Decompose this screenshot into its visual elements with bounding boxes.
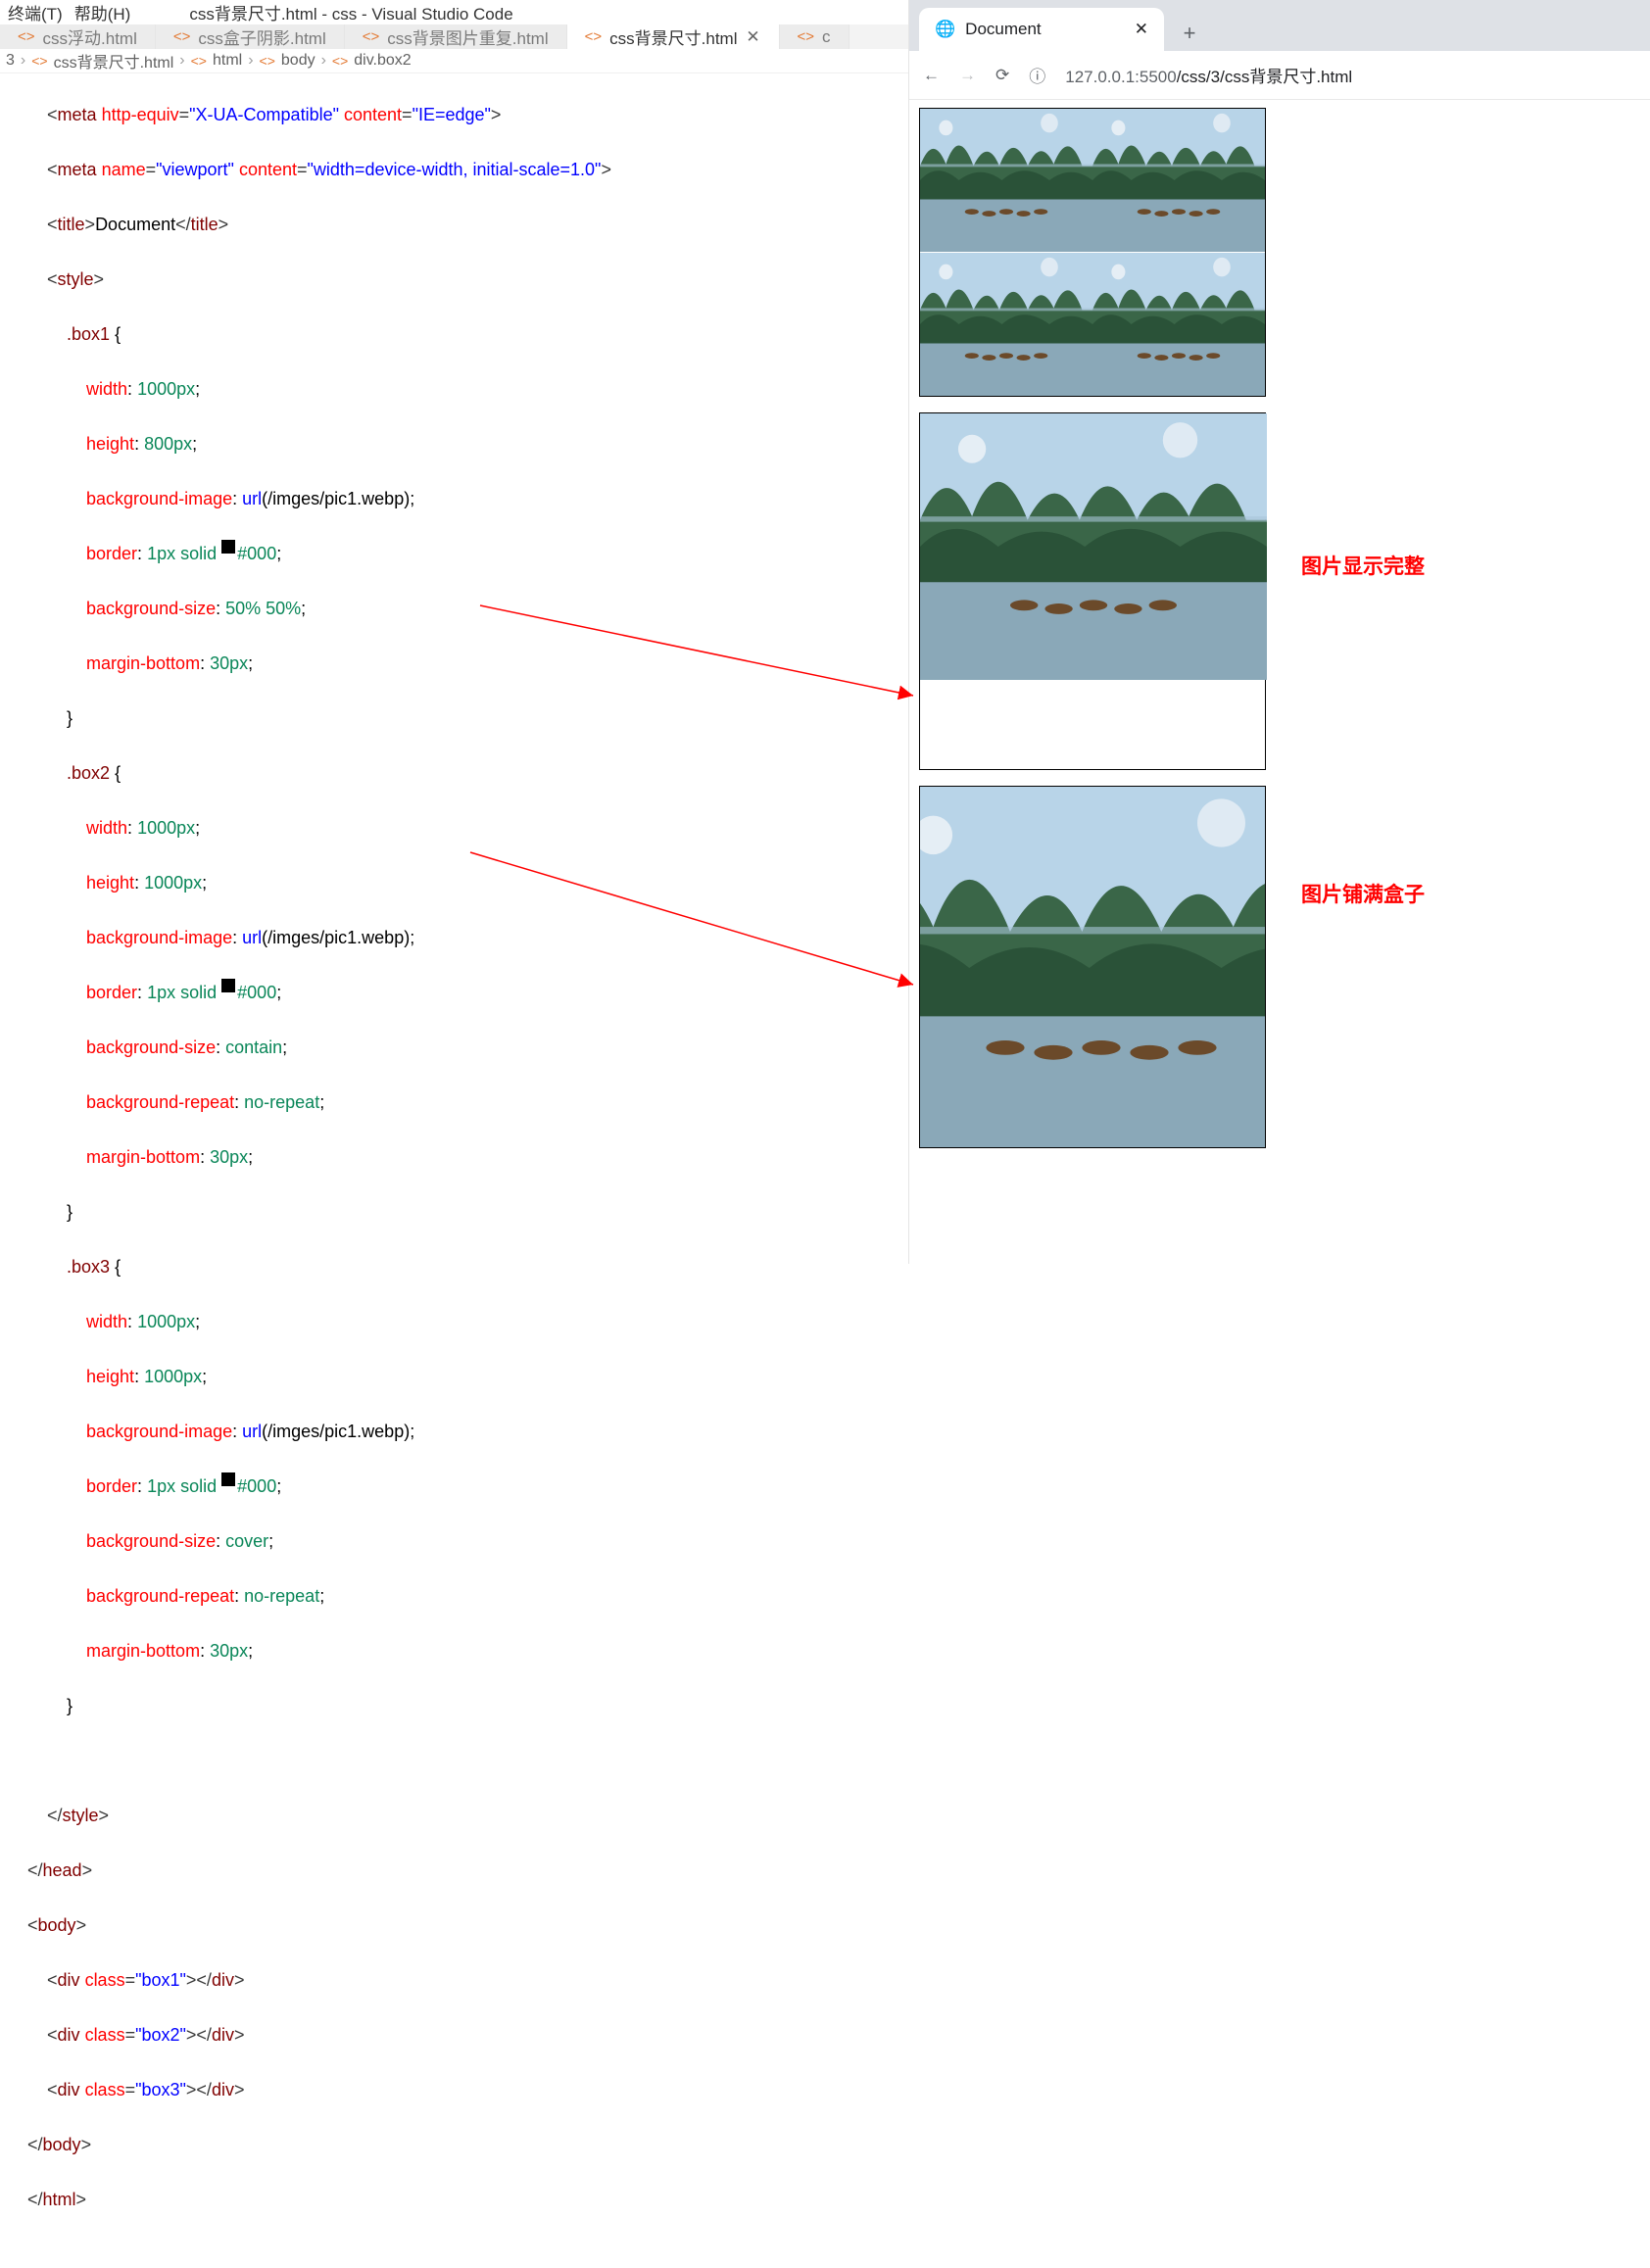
html-file-icon: <>	[18, 28, 35, 45]
demo-box1	[919, 108, 1266, 397]
browser-tabbar: 🌐 Document ✕ +	[909, 0, 1650, 51]
address-bar[interactable]: 127.0.0.1:5500/css/3/css背景尺寸.html	[1065, 63, 1352, 87]
browser-tab-title: Document	[965, 20, 1041, 39]
titlebar: 终端(T) 帮助(H) css背景尺寸.html - css - Visual …	[0, 0, 908, 24]
landscape-tile	[920, 253, 1092, 396]
tab-overflow[interactable]: <>c	[780, 24, 849, 49]
vscode-window: 终端(T) 帮助(H) css背景尺寸.html - css - Visual …	[0, 0, 909, 1264]
tab-css-float[interactable]: <>css浮动.html	[0, 24, 156, 49]
html-file-icon: <>	[173, 28, 191, 45]
code-editor[interactable]: <meta http-equiv="X-UA-Compatible" conte…	[0, 73, 908, 2268]
close-icon[interactable]: ✕	[746, 29, 761, 45]
landscape-tile	[920, 109, 1092, 252]
window-title: css背景尺寸.html - css - Visual Studio Code	[189, 0, 512, 24]
landscape-tile	[1092, 109, 1265, 252]
element-icon: <>	[191, 53, 207, 69]
browser-toolbar: ← → ⟳ ⓘ 127.0.0.1:5500/css/3/css背景尺寸.htm…	[909, 51, 1650, 100]
browser-viewport[interactable]: 图片显示完整 图片铺满盒子	[909, 100, 1650, 1264]
demo-box3	[919, 786, 1266, 1148]
reload-button[interactable]: ⟳	[995, 66, 1009, 85]
editor-tabs: <>css浮动.html <>css盒子阴影.html <>css背景图片重复.…	[0, 24, 908, 49]
back-button[interactable]: ←	[923, 66, 940, 85]
browser-window: 🌐 Document ✕ + ← → ⟳ ⓘ 127.0.0.1:5500/cs…	[909, 0, 1650, 1264]
html-file-icon: <>	[31, 53, 47, 69]
landscape-cover	[919, 787, 1266, 1148]
element-icon: <>	[260, 53, 275, 69]
landscape-tile	[1092, 253, 1265, 396]
forward-button[interactable]: →	[959, 66, 976, 85]
element-icon: <>	[332, 53, 348, 69]
globe-icon: 🌐	[935, 20, 955, 39]
close-icon[interactable]: ✕	[1135, 20, 1148, 39]
tab-css-bgsize[interactable]: <>css背景尺寸.html✕	[567, 24, 780, 49]
html-file-icon: <>	[798, 28, 815, 45]
gutter	[0, 73, 27, 2268]
html-file-icon: <>	[585, 28, 603, 45]
html-file-icon: <>	[363, 28, 380, 45]
menu-terminal[interactable]: 终端(T)	[8, 0, 63, 24]
code-content[interactable]: <meta http-equiv="X-UA-Compatible" conte…	[27, 73, 908, 2268]
tab-css-bgrepeat[interactable]: <>css背景图片重复.html	[345, 24, 567, 49]
annotation-complete: 图片显示完整	[1301, 551, 1425, 580]
info-icon[interactable]: ⓘ	[1029, 63, 1045, 87]
landscape-contain	[920, 413, 1267, 680]
demo-box2	[919, 412, 1266, 770]
breadcrumb[interactable]: 3› <>css背景尺寸.html› <>html› <>body› <>div…	[0, 49, 908, 73]
browser-tab[interactable]: 🌐 Document ✕	[919, 8, 1164, 51]
new-tab-button[interactable]: +	[1172, 16, 1207, 51]
tab-css-boxshadow[interactable]: <>css盒子阴影.html	[156, 24, 345, 49]
annotation-cover: 图片铺满盒子	[1301, 879, 1425, 908]
menu-help[interactable]: 帮助(H)	[74, 0, 131, 24]
